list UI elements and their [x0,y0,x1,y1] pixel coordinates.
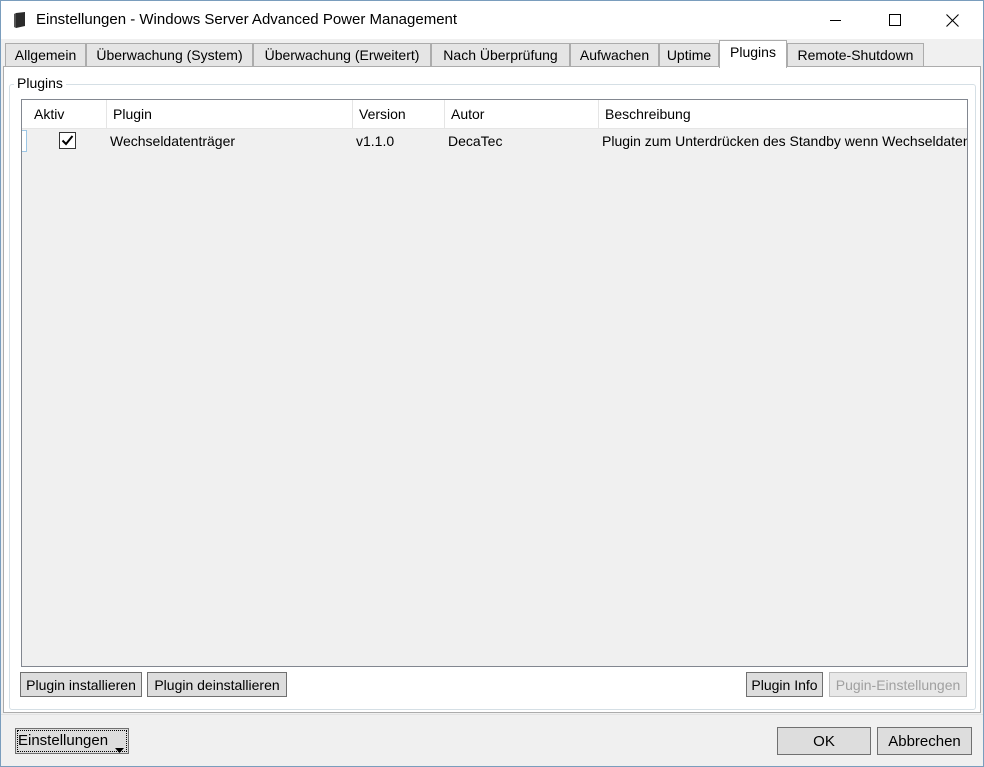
plugin-active-checkbox[interactable] [59,132,76,149]
plugins-group-label: Plugins [14,74,66,92]
tab-allgemein[interactable]: Allgemein [5,43,86,67]
column-header-autor[interactable]: Autor [445,100,599,128]
minimize-icon [830,14,842,26]
plugin-info-button[interactable]: Plugin Info [746,672,823,697]
cancel-button[interactable]: Abbrechen [877,727,972,755]
tab-uptime[interactable]: Uptime [659,43,719,67]
caret-down-icon [115,738,124,762]
tab-remote-shutdown[interactable]: Remote-Shutdown [787,43,924,67]
list-header: Aktiv Plugin Version Autor Beschreibung [22,100,967,129]
install-plugin-button[interactable]: Plugin installieren [20,672,142,697]
table-row[interactable]: Wechseldatenträger v1.1.0 DecaTec Plugin… [22,129,967,153]
column-header-version[interactable]: Version [353,100,445,128]
tab-ueberwachung-system[interactable]: Überwachung (System) [86,43,253,67]
plugins-list[interactable]: Aktiv Plugin Version Autor Beschreibung … [21,99,968,667]
tab-aufwachen[interactable]: Aufwachen [570,43,659,67]
cell-author: DecaTec [448,133,503,149]
column-header-plugin[interactable]: Plugin [107,100,353,128]
settings-window: Einstellungen - Windows Server Advanced … [0,0,984,767]
cell-version: v1.1.0 [356,133,395,149]
cell-plugin-name: Wechseldatenträger [110,133,236,149]
tab-strip: Allgemein Überwachung (System) Überwachu… [5,40,981,68]
row-selection-indicator [22,130,27,152]
footer-separator [1,714,983,715]
close-button[interactable] [929,1,975,39]
plugins-tab-panel: Plugins Aktiv Plugin Version Autor Besch… [3,66,981,713]
close-icon [945,13,959,27]
server-icon [13,12,26,29]
tab-plugins[interactable]: Plugins [719,40,787,68]
maximize-icon [889,14,901,26]
title-bar: Einstellungen - Windows Server Advanced … [1,1,983,39]
column-header-aktiv[interactable]: Aktiv [28,100,107,128]
uninstall-plugin-button[interactable]: Plugin deinstallieren [147,672,287,697]
settings-dropdown-label: Einstellungen [18,732,109,749]
ok-button[interactable]: OK [777,727,871,755]
minimize-button[interactable] [813,1,859,39]
tab-ueberwachung-erweitert[interactable]: Überwachung (Erweitert) [253,43,431,67]
window-title: Einstellungen - Windows Server Advanced … [36,11,458,28]
tab-nach-ueberpruefung[interactable]: Nach Überprüfung [431,43,570,67]
settings-dropdown-button[interactable]: Einstellungen [15,728,129,754]
cell-description: Plugin zum Unterdrücken des Standby wenn… [602,133,967,149]
column-header-beschreibung[interactable]: Beschreibung [599,100,967,128]
maximize-button[interactable] [872,1,918,39]
plugin-settings-button[interactable]: Pugin-Einstellungen [829,672,967,697]
